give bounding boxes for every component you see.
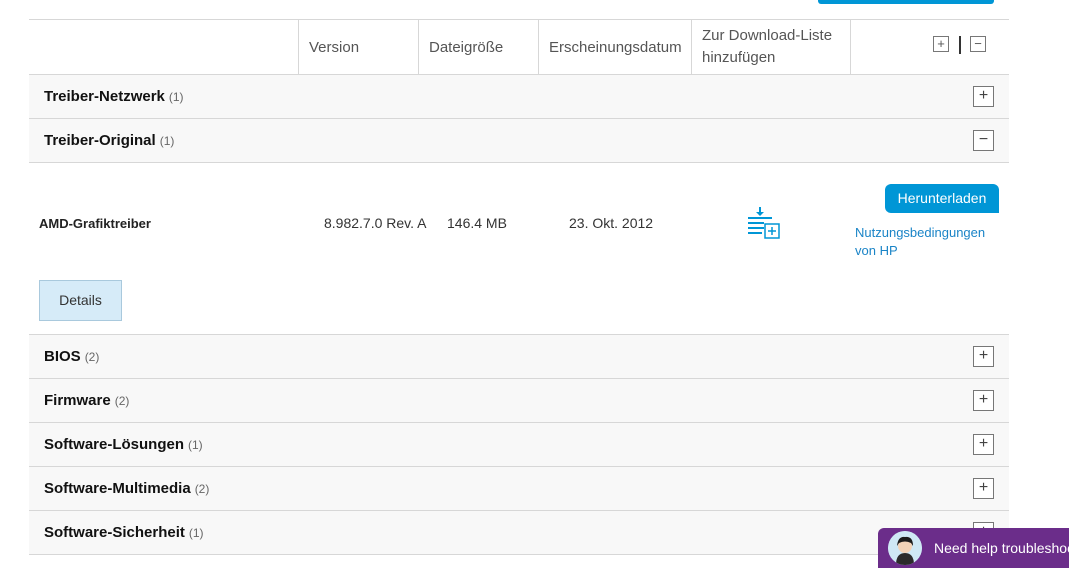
header-add-to-list-line1: Zur Download-Liste (702, 27, 833, 44)
help-label: Need help troubleshoo (934, 540, 1069, 556)
download-button[interactable]: Herunterladen (885, 184, 999, 213)
header-version: Version (298, 20, 418, 74)
category-row-firmware[interactable]: Firmware (2) + (29, 379, 1009, 423)
driver-detail: AMD-Grafiktreiber 8.982.7.0 Rev. A 146.4… (29, 163, 1009, 335)
add-to-download-list-icon[interactable] (746, 205, 780, 239)
category-count: (1) (159, 133, 175, 148)
driver-name: AMD-Grafiktreiber (39, 216, 151, 231)
category-row-bios[interactable]: BIOS (2) + (29, 335, 1009, 379)
category-name: Software-Lösungen (44, 436, 185, 453)
category-count: (2) (114, 393, 130, 408)
expand-toggle-icon[interactable]: + (973, 478, 994, 499)
category-name: Treiber-Original (44, 132, 156, 149)
category-row-software-sicherheit[interactable]: Software-Sicherheit (1) + (29, 511, 1009, 555)
terms-link[interactable]: Nutzungsbedingungen von HP (855, 224, 1005, 260)
expand-toggle-icon[interactable]: + (973, 390, 994, 411)
category-row-software-loesungen[interactable]: Software-Lösungen (1) + (29, 423, 1009, 467)
header-size: Dateigröße (418, 20, 538, 74)
category-row-treiber-netzwerk[interactable]: Treiber-Netzwerk (1) + (29, 75, 1009, 119)
driver-version: 8.982.7.0 Rev. A (324, 215, 427, 231)
top-action-button[interactable] (818, 0, 994, 4)
category-count: (2) (194, 481, 210, 496)
driver-size: 146.4 MB (447, 215, 507, 231)
category-name: BIOS (44, 348, 81, 365)
table-header: Version Dateigröße Erscheinungsdatum Zur… (29, 19, 1009, 75)
category-row-treiber-original[interactable]: Treiber-Original (1) − (29, 119, 1009, 163)
expand-toggle-icon[interactable]: + (973, 86, 994, 107)
header-add-to-list-line2: hinzufügen (702, 49, 776, 66)
details-button[interactable]: Details (39, 280, 122, 321)
category-name: Treiber-Netzwerk (44, 88, 165, 105)
collapse-all-icon[interactable]: − (970, 36, 986, 52)
collapse-toggle-icon[interactable]: − (973, 130, 994, 151)
category-row-software-multimedia[interactable]: Software-Multimedia (2) + (29, 467, 1009, 511)
category-count: (1) (188, 437, 203, 452)
driver-table: Version Dateigröße Erscheinungsdatum Zur… (29, 19, 1009, 555)
expand-collapse-all (850, 20, 1010, 74)
separator (959, 36, 961, 54)
expand-all-icon[interactable]: + (933, 36, 949, 52)
category-name: Software-Sicherheit (44, 524, 185, 541)
terms-line2: von HP (855, 243, 898, 258)
expand-toggle-icon[interactable]: + (973, 346, 994, 367)
assistant-avatar-icon (888, 531, 922, 565)
category-count: (1) (168, 89, 184, 104)
driver-date: 23. Okt. 2012 (569, 215, 654, 231)
terms-line1: Nutzungsbedingungen (855, 225, 986, 240)
header-date: Erscheinungsdatum (538, 20, 691, 74)
header-add-to-list: Zur Download-Liste hinzufügen (691, 20, 850, 74)
category-count: (2) (84, 349, 100, 364)
category-name: Firmware (44, 392, 111, 409)
category-count: (1) (188, 525, 204, 540)
help-chat-button[interactable]: Need help troubleshoo (878, 528, 1069, 568)
category-name: Software-Multimedia (44, 480, 191, 497)
expand-toggle-icon[interactable]: + (973, 434, 994, 455)
